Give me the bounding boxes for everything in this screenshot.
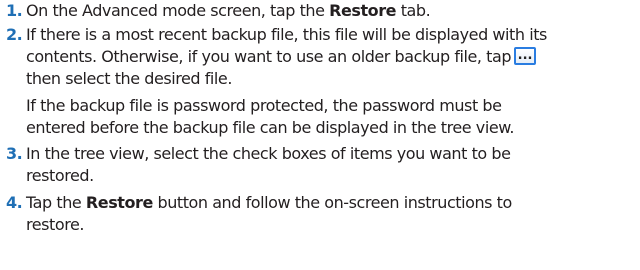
restore-button-label: Restore	[85, 193, 153, 212]
step-text: restore.	[26, 215, 85, 234]
step-number: 1.	[6, 1, 23, 20]
step-text: contents. Otherwise, if you want to use …	[26, 46, 537, 68]
step-text: If there is a most recent backup file, t…	[26, 25, 547, 44]
note-text: If the backup file is password protected…	[26, 96, 502, 115]
step-text-segment: button and follow the on-screen instruct…	[152, 193, 512, 212]
step-text-segment: On the Advanced mode screen, tap the	[26, 1, 330, 20]
step-text: Tap the Restore button and follow the on…	[26, 192, 512, 214]
step-text-segment: contents. Otherwise, if you want to use …	[26, 47, 512, 66]
step-number: 4.	[6, 193, 23, 212]
step-text: In the tree view, select the check boxes…	[26, 144, 511, 163]
step-number: 3.	[6, 144, 23, 163]
restore-tab-label: Restore	[329, 1, 397, 20]
step-number: 2.	[6, 25, 23, 44]
step-text-segment: tab.	[396, 1, 431, 20]
step-text-segment: Tap the	[26, 193, 86, 212]
step-text: then select the desired file.	[26, 69, 232, 88]
step-text: restored.	[26, 166, 94, 185]
step-text: On the Advanced mode screen, tap the Res…	[26, 0, 431, 22]
browse-button-icon: ...	[514, 47, 537, 65]
ellipsis-glyph: ...	[517, 48, 533, 63]
note-text: entered before the backup file can be di…	[26, 118, 515, 137]
instruction-steps: 1. On the Advanced mode screen, tap the …	[0, 0, 640, 270]
